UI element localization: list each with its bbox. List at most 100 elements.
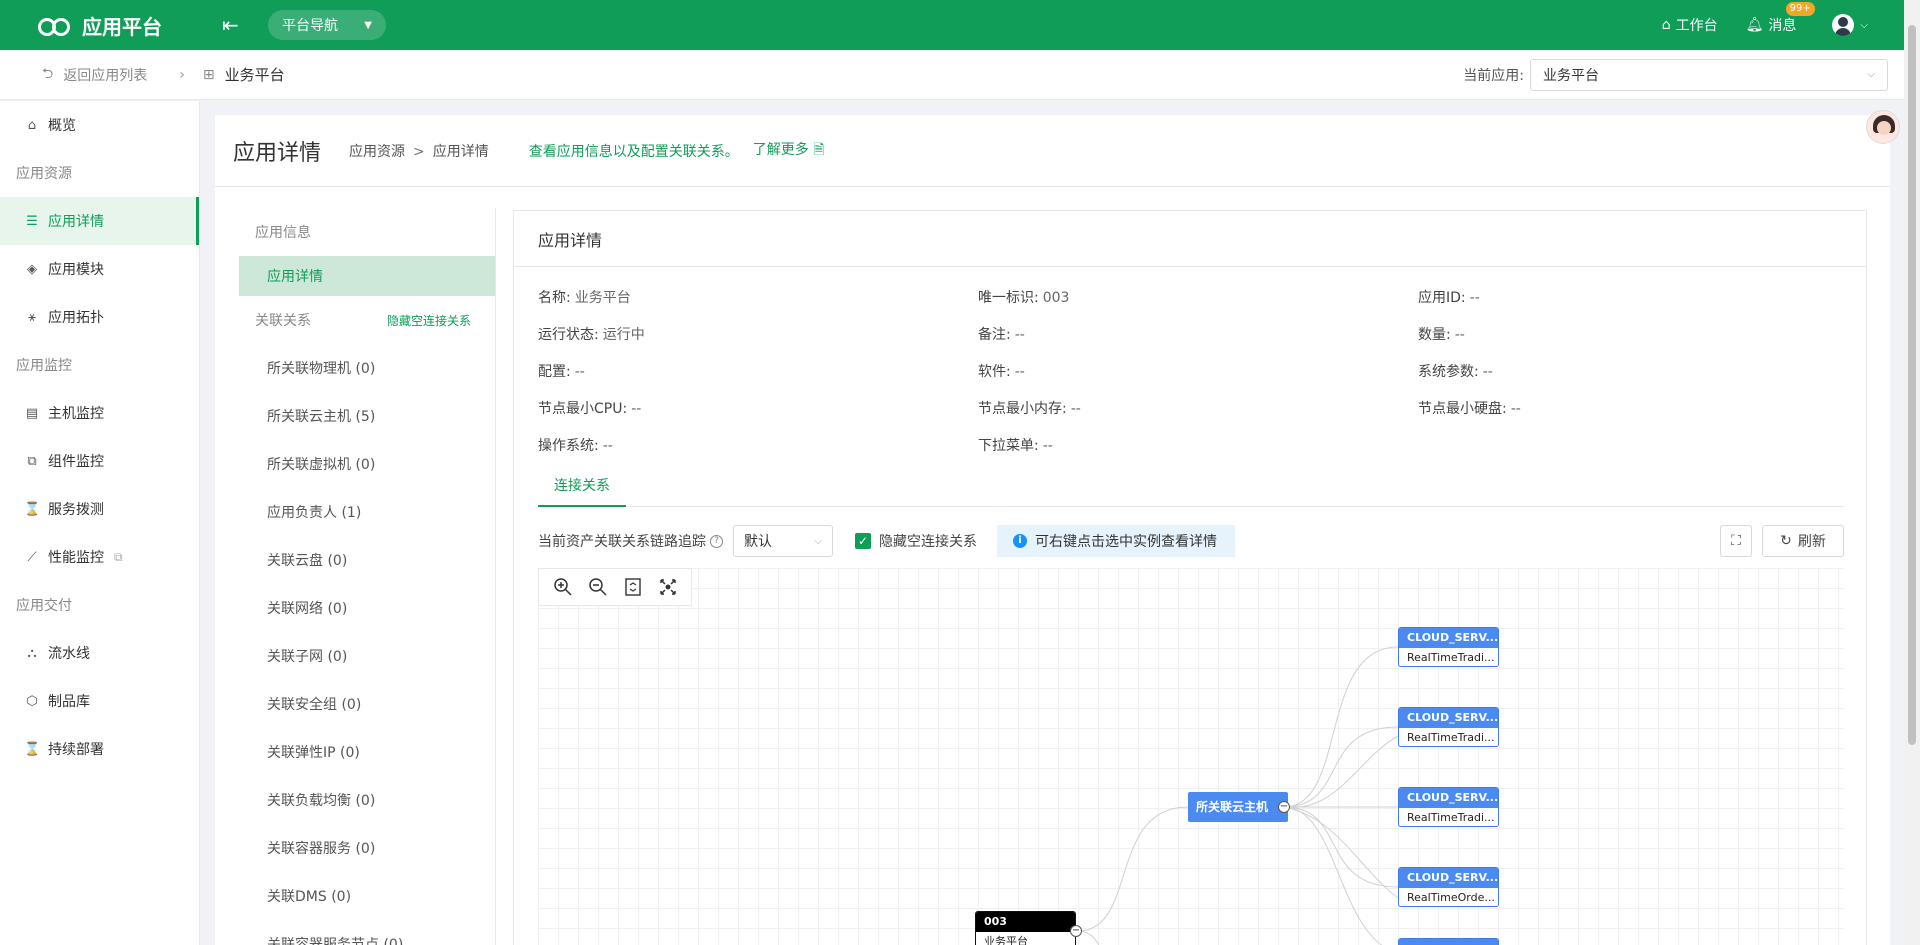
hide-empty-checkbox[interactable]: ✓ 隐藏空连接关系 — [855, 531, 977, 551]
relation-nav-item[interactable]: 关联容器服务 (0) — [239, 824, 495, 872]
detail-title: 应用详情 — [514, 211, 1866, 267]
relations-group-title: 关联关系 隐藏空连接关系 — [239, 296, 495, 344]
chevron-down-icon[interactable]: ⌵ — [1860, 20, 1868, 31]
current-app-select[interactable]: 业务平台 ⌵ — [1530, 58, 1888, 91]
relation-nav-item[interactable]: 关联安全组 (0) — [239, 680, 495, 728]
auto-layout-icon[interactable] — [656, 575, 680, 599]
info-field-label: 备注: — [978, 327, 1011, 343]
zoom-in-icon[interactable] — [551, 575, 575, 599]
sidebar-item[interactable]: ⟋ 性能监控 ⧉ — [0, 533, 199, 581]
relation-nav-item[interactable]: 关联子网 (0) — [239, 632, 495, 680]
relation-nav-item[interactable]: 所关联云主机 (5) — [239, 392, 495, 440]
collapse-icon[interactable]: − — [1278, 801, 1290, 813]
app-logo[interactable]: 应用平台 — [38, 11, 162, 40]
collapse-icon[interactable]: − — [1070, 925, 1082, 937]
fit-view-icon[interactable] — [621, 575, 645, 599]
graph-node-type: CLOUD_SERV... — [1399, 868, 1498, 888]
root-node[interactable]: 003 业务平台 — [975, 911, 1076, 945]
relation-nav-item[interactable]: 应用负责人 (1) — [239, 488, 495, 536]
relation-graph[interactable]: 所关联云主机 − 003 业务平台 − CLOUD_SERV... RealTim… — [538, 568, 1844, 945]
sidebar-item[interactable]: ⚹ 应用拓扑 — [0, 293, 199, 341]
chart-icon: ⟋ — [27, 549, 37, 565]
graph-links — [1077, 646, 1399, 945]
graph-node-cloud-host[interactable]: CLOUD_SERV... RealTimeTradi... — [1398, 707, 1499, 747]
sidebar-item[interactable]: ⌂ 概览 — [0, 101, 199, 149]
sidebar-item-label: 组件监控 — [48, 454, 104, 470]
page-scrollbar[interactable] — [1904, 0, 1920, 945]
root-node-name: 业务平台 — [984, 935, 1028, 945]
zoom-out-icon[interactable] — [586, 575, 610, 599]
relation-nav-item[interactable]: 关联容器服务节点 (0) — [239, 920, 495, 945]
hourglass-icon: ⌛ — [24, 501, 41, 517]
tab-connections[interactable]: 连接关系 — [538, 475, 626, 507]
relation-nav-item[interactable]: 所关联虚拟机 (0) — [239, 440, 495, 488]
sidebar-item-label: 流水线 — [48, 646, 90, 662]
relation-nav-item[interactable]: 关联负载均衡 (0) — [239, 776, 495, 824]
platform-nav-dropdown[interactable]: 平台导航 ▼ — [268, 10, 386, 40]
sidebar-item[interactable]: ☰ 应用详情 — [0, 197, 199, 245]
back-to-app-list[interactable]: ⮌ 返回应用列表 — [42, 63, 147, 87]
trace-select[interactable]: 默认 ⌵ — [733, 525, 833, 557]
relation-nav-item[interactable]: 关联DMS (0) — [239, 872, 495, 920]
deploy-icon: ⌛ — [24, 741, 41, 757]
learn-more-link[interactable]: 了解更多 🗎 — [753, 139, 825, 163]
relation-nav-item[interactable]: 关联弹性IP (0) — [239, 728, 495, 776]
breadcrumb-current: 应用详情 — [432, 143, 489, 160]
user-avatar[interactable] — [1832, 14, 1855, 36]
fullscreen-button[interactable]: ⛶ — [1720, 525, 1752, 557]
workbench-label: 工作台 — [1675, 18, 1718, 34]
hide-empty-label: 隐藏空连接关系 — [879, 534, 977, 550]
info-field: 数量: -- — [1418, 324, 1838, 343]
graph-node-type: CLOUD_SERV... — [1399, 708, 1498, 728]
info-field: 系统参数: -- — [1418, 361, 1838, 380]
assistant-avatar[interactable] — [1866, 110, 1900, 144]
sidebar-item-label: 服务拨测 — [48, 502, 104, 518]
sidebar-item[interactable]: ◈ 应用模块 — [0, 245, 199, 293]
info-field-label: 节点最小CPU: — [538, 401, 628, 417]
platform-nav-label: 平台导航 — [282, 18, 338, 34]
detail-nav-item-info[interactable]: 应用详情 — [239, 256, 495, 296]
relation-nav-item[interactable]: 所关联物理机 (0) — [239, 344, 495, 392]
refresh-button[interactable]: ↻ 刷新 — [1762, 525, 1844, 557]
scrollbar-thumb[interactable] — [1908, 25, 1916, 745]
sidebar-item[interactable]: ⛬ 流水线 — [0, 629, 199, 677]
sidebar: ⌂ 概览 应用资源 ☰ 应用详情 ◈ 应用模块 ⚹ 应用拓扑 应用监控 ▤ 主机监控 ⧉ 组件监控 ⌛ 服务拨… — [0, 101, 200, 945]
sidebar-item[interactable]: ⬡ 制品库 — [0, 677, 199, 725]
graph-node-cloud-host[interactable]: CLOUD_SERV... RealTimeOrde... — [1398, 867, 1499, 907]
main-content: 应用详情 应用资源 > 应用详情 查看应用信息以及配置关联关系。 了解更多 🗎 应用… — [215, 115, 1890, 945]
info-group-label: 应用信息 — [255, 225, 311, 241]
graph-node-cloud-host[interactable]: CLOUD_SERV... RealTimeTradi... — [1398, 627, 1499, 667]
sidebar-item-label: 性能监控 — [48, 550, 104, 566]
sidebar-item[interactable]: ▤ 主机监控 — [0, 389, 199, 437]
sidebar-item[interactable]: ⌛ 持续部署 — [0, 725, 199, 773]
trace-label: 当前资产关联关系链路追踪 — [538, 534, 706, 550]
breadcrumb-parent[interactable]: 应用资源 — [349, 144, 405, 160]
bell-icon: 🔔︎ — [1745, 17, 1764, 33]
relation-nav-item[interactable]: 关联网络 (0) — [239, 584, 495, 632]
checkbox-checked-icon: ✓ — [855, 533, 871, 549]
info-field-value: -- — [1070, 401, 1081, 417]
info-field: 备注: -- — [978, 324, 1418, 343]
info-icon: i — [1013, 534, 1027, 548]
workbench-link[interactable]: ⌂ 工作台 — [1662, 15, 1718, 35]
graph-node-name: RealTimeTradi... — [1407, 731, 1495, 744]
menu-collapse-icon[interactable]: ⇤ — [222, 13, 244, 37]
help-icon[interactable]: ? — [710, 534, 723, 548]
graph-node-type: CLOUD_SERV... — [1399, 628, 1498, 648]
detail-nav-item-label: 应用详情 — [267, 269, 323, 285]
hide-empty-relations-link[interactable]: 隐藏空连接关系 — [387, 312, 471, 329]
page-title: 应用详情 — [233, 140, 322, 166]
messages-link[interactable]: 🔔︎ 消息 99+ — [1745, 2, 1815, 35]
sidebar-item-label: 应用拓扑 — [48, 310, 104, 326]
breadcrumb: 应用资源 > 应用详情 — [349, 141, 489, 161]
sidebar-item[interactable]: ⌛ 服务拨测 — [0, 485, 199, 533]
sidebar-item[interactable]: ⧉ 组件监控 — [0, 437, 199, 485]
info-field-label: 系统参数: — [1418, 364, 1479, 380]
graph-node-partial[interactable] — [1398, 938, 1499, 945]
group-node-cloud-hosts[interactable]: 所关联云主机 — [1188, 792, 1288, 822]
grid-icon: ⊞ — [202, 66, 215, 83]
current-app-value: 业务平台 — [1543, 67, 1599, 84]
graph-node-cloud-host[interactable]: CLOUD_SERV... RealTimeTradi... — [1398, 787, 1499, 827]
graph-node-head — [1399, 939, 1498, 945]
relation-nav-item[interactable]: 关联云盘 (0) — [239, 536, 495, 584]
